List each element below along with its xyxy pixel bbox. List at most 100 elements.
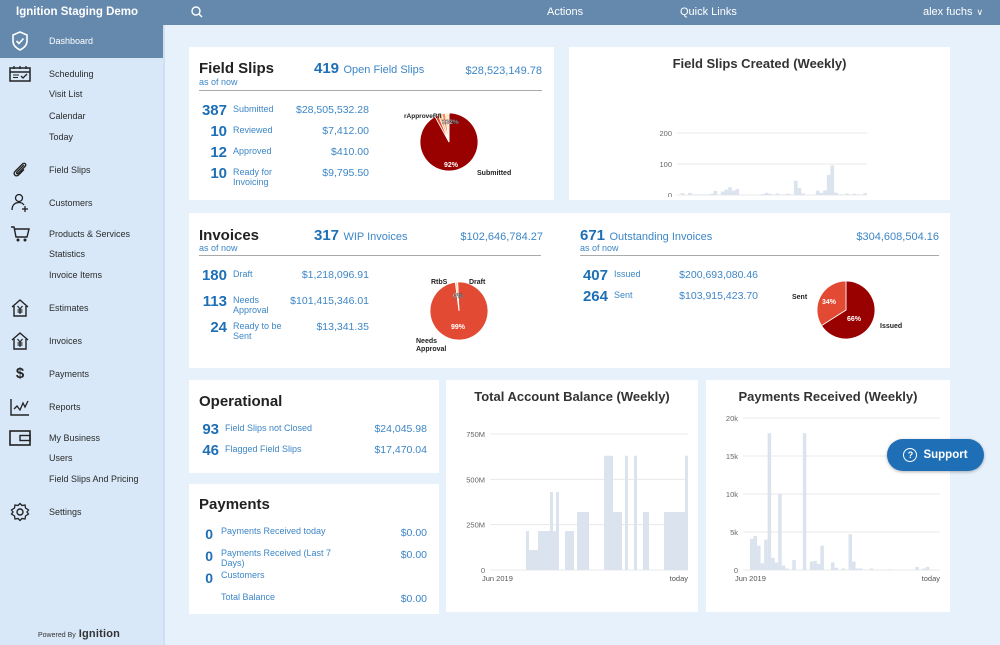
bar[interactable] [568, 531, 571, 570]
bar[interactable] [768, 193, 772, 195]
bar[interactable] [834, 192, 838, 195]
bar[interactable] [619, 511, 622, 570]
bar[interactable] [538, 531, 541, 570]
bar[interactable] [571, 531, 574, 570]
bar[interactable] [797, 188, 802, 195]
bar[interactable] [830, 562, 835, 570]
bar[interactable] [556, 492, 559, 570]
bar[interactable] [781, 565, 786, 570]
sidebar-item-settings[interactable]: Settings [0, 501, 163, 523]
bar[interactable] [687, 192, 692, 195]
sidebar-sub-field-slips-and-pricing[interactable]: Field Slips And Pricing [0, 470, 163, 492]
bar[interactable] [550, 492, 553, 570]
sidebar-item-products-services[interactable]: Products & Services [0, 223, 163, 245]
bar[interactable] [682, 511, 685, 570]
bar[interactable] [887, 569, 891, 570]
sidebar-item-invoices[interactable]: Invoices [0, 330, 163, 352]
stat-row[interactable]: 46 Flagged Field Slips $17,470.04 [199, 442, 427, 463]
bar[interactable] [782, 194, 787, 195]
bar[interactable] [823, 190, 827, 195]
bar[interactable] [616, 511, 619, 570]
bar[interactable] [830, 165, 835, 195]
bar[interactable] [676, 511, 679, 570]
stat-row[interactable]: 24 Ready to be Sent $13,341.35 [199, 319, 369, 345]
support-button[interactable]: ? Support [887, 439, 984, 471]
sidebar-item-estimates[interactable]: Estimates [0, 297, 163, 319]
bar[interactable] [778, 494, 782, 570]
stat-row[interactable]: 387 Submitted $28,505,532.28 [199, 102, 369, 123]
bar[interactable] [834, 567, 838, 570]
bar[interactable] [852, 561, 856, 570]
invoices-title[interactable]: Invoices [199, 227, 259, 244]
bar[interactable] [731, 190, 736, 195]
bar[interactable] [856, 194, 860, 195]
bar[interactable] [837, 194, 842, 195]
bar[interactable] [664, 511, 667, 570]
sidebar-sub-visit-list[interactable]: Visit List [0, 85, 163, 107]
sidebar-sub-users[interactable]: Users [0, 449, 163, 471]
bar[interactable] [845, 193, 849, 195]
bar[interactable] [535, 550, 538, 570]
bar[interactable] [786, 193, 791, 195]
sidebar-item-reports[interactable]: Reports [0, 396, 163, 418]
stat-row[interactable]: 0 Payments Received today $0.00 [199, 524, 427, 546]
bar[interactable] [855, 568, 860, 570]
bar[interactable] [852, 193, 857, 195]
bar[interactable] [801, 193, 805, 195]
bar[interactable] [785, 568, 789, 570]
bar[interactable] [802, 433, 807, 570]
bar[interactable] [815, 190, 820, 195]
stat-row[interactable]: 407 Issued $200,693,080.46 [580, 267, 758, 288]
search-icon[interactable] [190, 5, 204, 19]
bar[interactable] [720, 191, 725, 195]
bar[interactable] [646, 511, 649, 570]
bar[interactable] [841, 568, 846, 570]
sidebar-item-customers[interactable]: Customers [0, 192, 163, 214]
bar[interactable] [604, 455, 607, 570]
bar[interactable] [586, 511, 589, 570]
sidebar-item-field-slips[interactable]: Field Slips [0, 159, 163, 181]
bar[interactable] [775, 193, 780, 195]
bar[interactable] [565, 531, 568, 570]
bar[interactable] [869, 568, 874, 570]
bar[interactable] [922, 568, 926, 570]
sidebar-sub-calendar[interactable]: Calendar [0, 107, 163, 129]
bar[interactable] [553, 531, 556, 570]
bar[interactable] [761, 194, 765, 195]
sidebar-item-payments[interactable]: $ Payments [0, 363, 163, 385]
stat-row[interactable]: 264 Sent $103,915,423.70 [580, 288, 758, 309]
bar[interactable] [709, 193, 714, 195]
bar[interactable] [809, 561, 814, 570]
field-slips-title[interactable]: Field Slips [199, 60, 274, 77]
bar[interactable] [826, 174, 831, 195]
sidebar-sub-today[interactable]: Today [0, 128, 163, 150]
quick-links-menu[interactable]: Quick Links [680, 6, 737, 18]
bar[interactable] [529, 550, 532, 570]
stat-row[interactable]: Total Balance $0.00 [199, 590, 427, 612]
bar[interactable] [667, 511, 670, 570]
bar[interactable] [698, 194, 703, 195]
bar[interactable] [760, 563, 765, 570]
bar[interactable] [816, 563, 821, 570]
bar[interactable] [859, 568, 863, 570]
stat-row[interactable]: 12 Approved $410.00 [199, 144, 369, 165]
bar[interactable] [577, 511, 580, 570]
bar[interactable] [793, 180, 798, 195]
bar[interactable] [680, 193, 685, 195]
bar[interactable] [925, 566, 930, 570]
bar[interactable] [764, 539, 768, 570]
bar[interactable] [753, 535, 758, 570]
bar[interactable] [863, 193, 867, 195]
bar[interactable] [544, 531, 547, 570]
sidebar-item-scheduling[interactable]: Scheduling [0, 63, 163, 85]
stat-row[interactable]: 93 Field Slips not Closed $24,045.98 [199, 421, 427, 442]
bar[interactable] [771, 557, 775, 570]
bar[interactable] [547, 531, 550, 570]
bar[interactable] [792, 560, 796, 570]
bar[interactable] [532, 550, 535, 570]
stat-row[interactable]: 113 Needs Approval $101,415,346.01 [199, 293, 369, 319]
bar[interactable] [634, 455, 637, 570]
bar[interactable] [583, 511, 586, 570]
stat-row[interactable]: 0 Payments Received (Last 7 Days) $0.00 [199, 546, 427, 568]
bar[interactable] [702, 194, 707, 195]
